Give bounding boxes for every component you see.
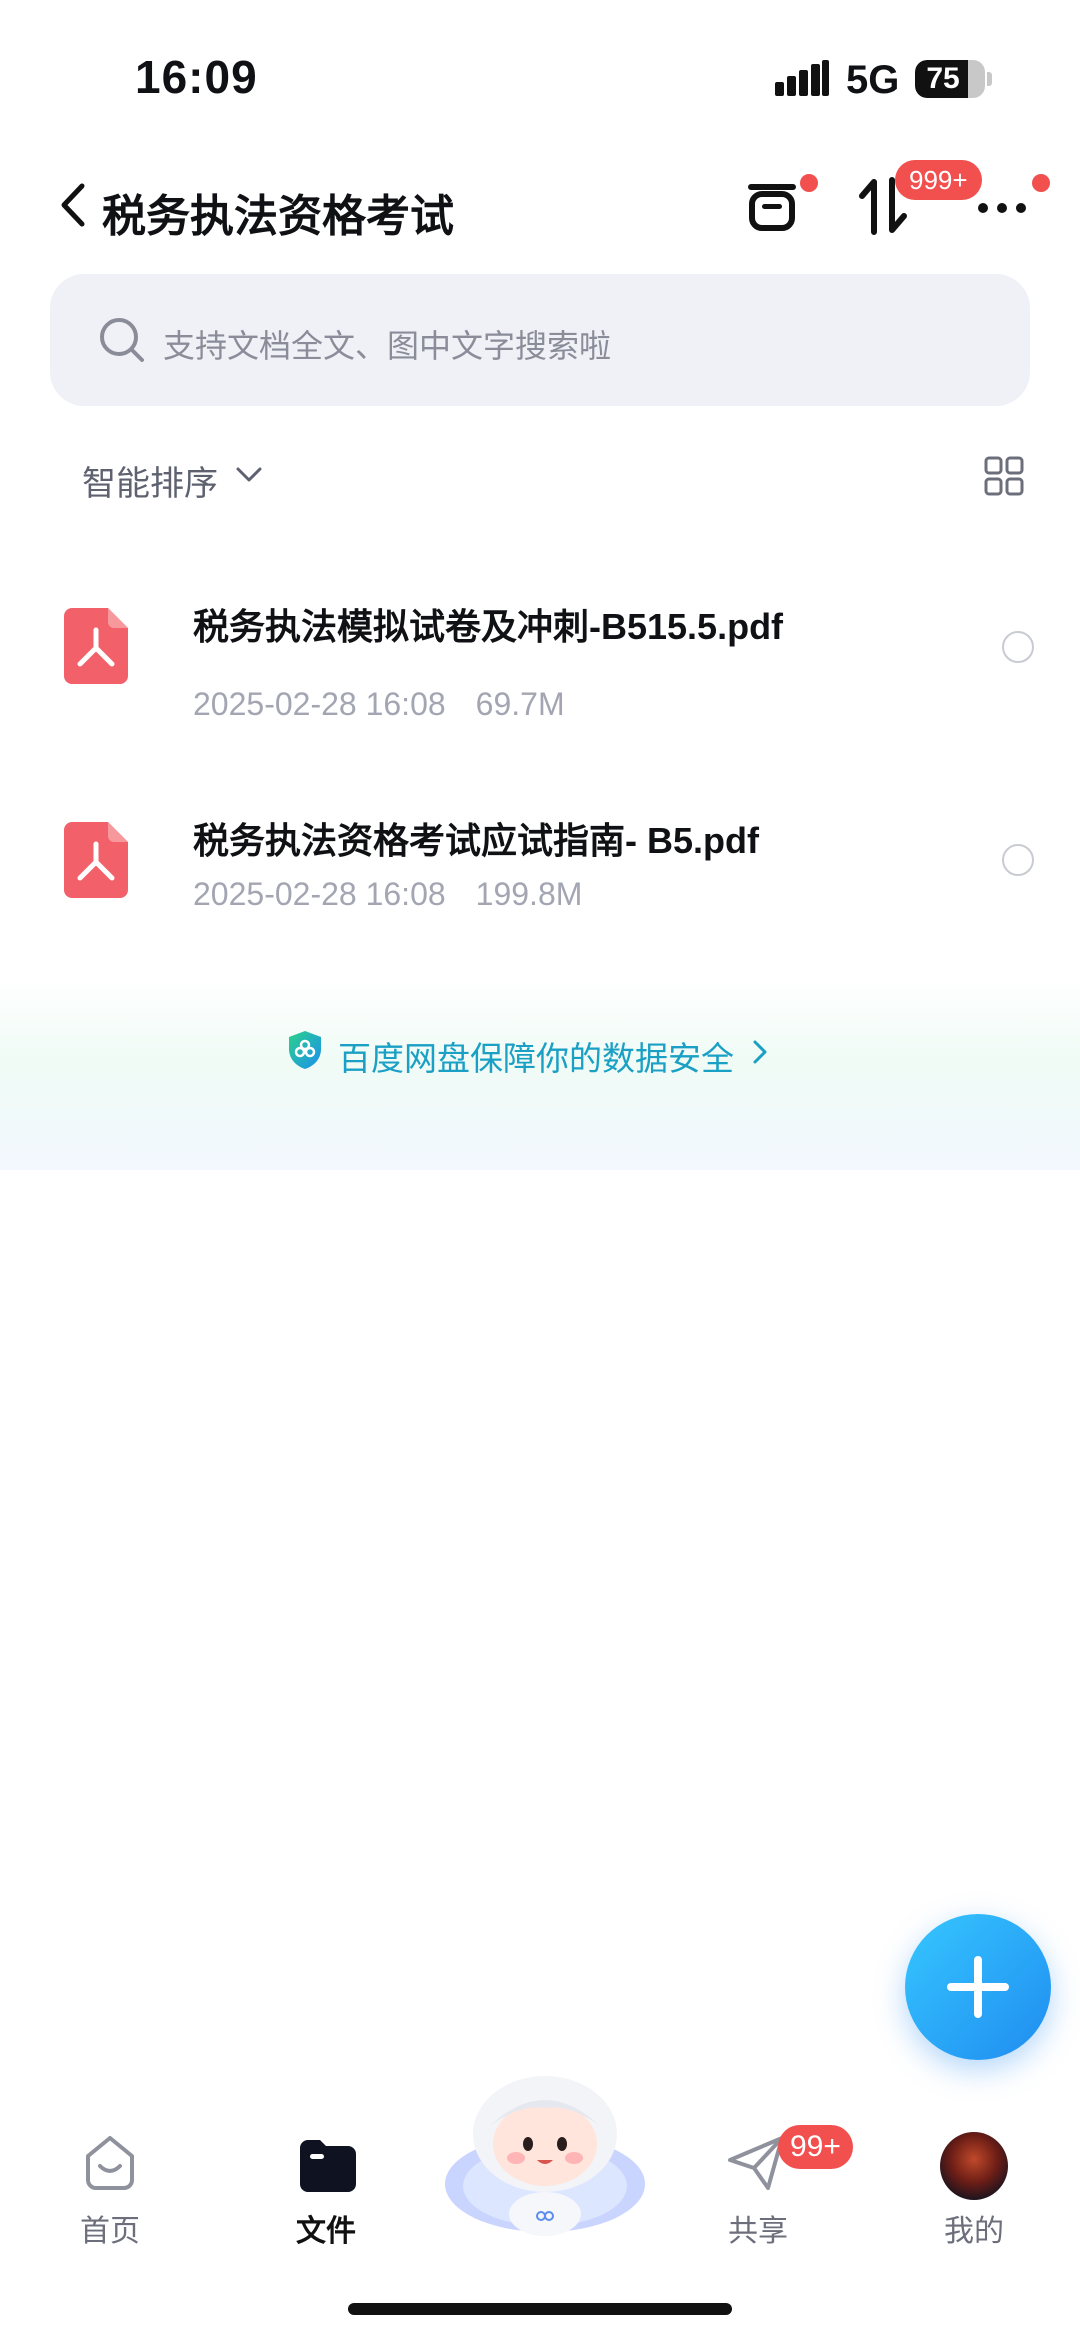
file-meta: 2025-02-28 16:08 199.8M — [193, 876, 582, 913]
file-size: 69.7M — [475, 686, 565, 722]
page-title: 税务执法资格考试 — [102, 192, 454, 241]
select-radio[interactable] — [1002, 631, 1034, 663]
status-time: 16:09 — [135, 51, 258, 103]
back-arrow-icon[interactable] — [58, 180, 88, 230]
file-name: 税务执法模拟试卷及冲刺-B515.5.pdf — [193, 606, 784, 647]
nav-home-label[interactable]: 首页 — [50, 2206, 170, 2250]
battery-level: 75 — [926, 62, 960, 95]
transfer-count-badge: 999+ — [895, 160, 982, 200]
select-radio[interactable] — [1002, 844, 1034, 876]
file-size: 199.8M — [475, 876, 583, 912]
signal-icon — [775, 60, 829, 96]
share-count-badge: 99+ — [778, 2125, 853, 2169]
nav-share-label[interactable]: 共享 — [698, 2206, 818, 2250]
file-meta: 2025-02-28 16:08 69.7M — [193, 686, 565, 723]
shield-icon — [289, 1031, 321, 1069]
pdf-icon — [64, 608, 128, 684]
nav-mine-label[interactable]: 我的 — [914, 2206, 1034, 2250]
home-indicator — [348, 2303, 732, 2315]
chevron-right-icon[interactable] — [752, 1039, 768, 1065]
avatar[interactable] — [940, 2132, 1008, 2200]
nav-files-label[interactable]: 文件 — [266, 2206, 386, 2250]
search-icon — [100, 318, 144, 362]
battery-indicator: 75 — [915, 60, 985, 98]
pdf-icon — [64, 822, 128, 898]
add-button[interactable] — [905, 1914, 1051, 2060]
more-notification-dot — [1032, 174, 1050, 192]
archive-notification-dot — [800, 174, 818, 192]
assistant-mascot-icon[interactable] — [440, 2074, 650, 2244]
grid-view-icon[interactable] — [984, 456, 1024, 496]
security-banner-text[interactable]: 百度网盘保障你的数据安全 — [338, 1032, 734, 1080]
file-name: 税务执法资格考试应试指南- B5.pdf — [193, 820, 759, 861]
chevron-down-icon[interactable] — [235, 466, 263, 484]
folder-icon[interactable] — [296, 2138, 360, 2194]
plus-icon — [947, 1956, 1009, 2018]
file-date: 2025-02-28 16:08 — [193, 686, 446, 722]
battery-nub — [987, 72, 992, 86]
more-icon[interactable] — [975, 176, 1035, 236]
search-input[interactable]: 支持文档全文、图中文字搜索啦 — [163, 321, 611, 367]
network-type: 5G — [846, 58, 900, 102]
archive-box-icon[interactable] — [742, 176, 802, 236]
home-icon[interactable] — [78, 2130, 142, 2194]
file-date: 2025-02-28 16:08 — [193, 876, 446, 912]
sort-dropdown[interactable]: 智能排序 — [82, 456, 218, 505]
